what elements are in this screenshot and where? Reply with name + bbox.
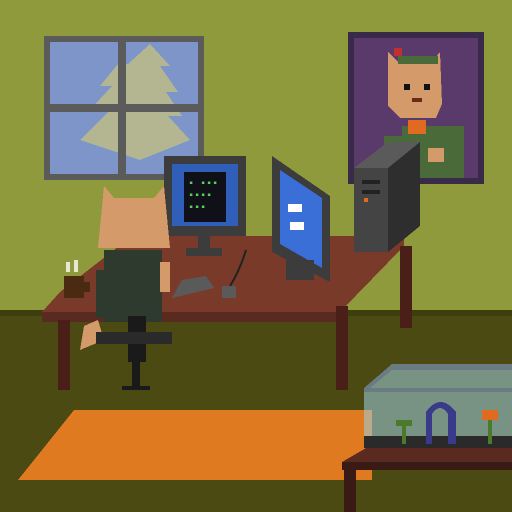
monitor1-screen-line-2: ▪▪▪▪ (188, 191, 212, 202)
monitor1-screen-line-1: ▪ ▪▪▪ (188, 179, 218, 190)
monitor1-screen-line-3: ▪▪▪ (188, 203, 206, 214)
pixel-office-scene: ▪ ▪▪▪ ▪▪▪▪ ▪▪▪ (0, 0, 512, 512)
fish-tank-icon (364, 364, 512, 448)
rug (18, 410, 372, 480)
mouse-icon (222, 286, 236, 298)
